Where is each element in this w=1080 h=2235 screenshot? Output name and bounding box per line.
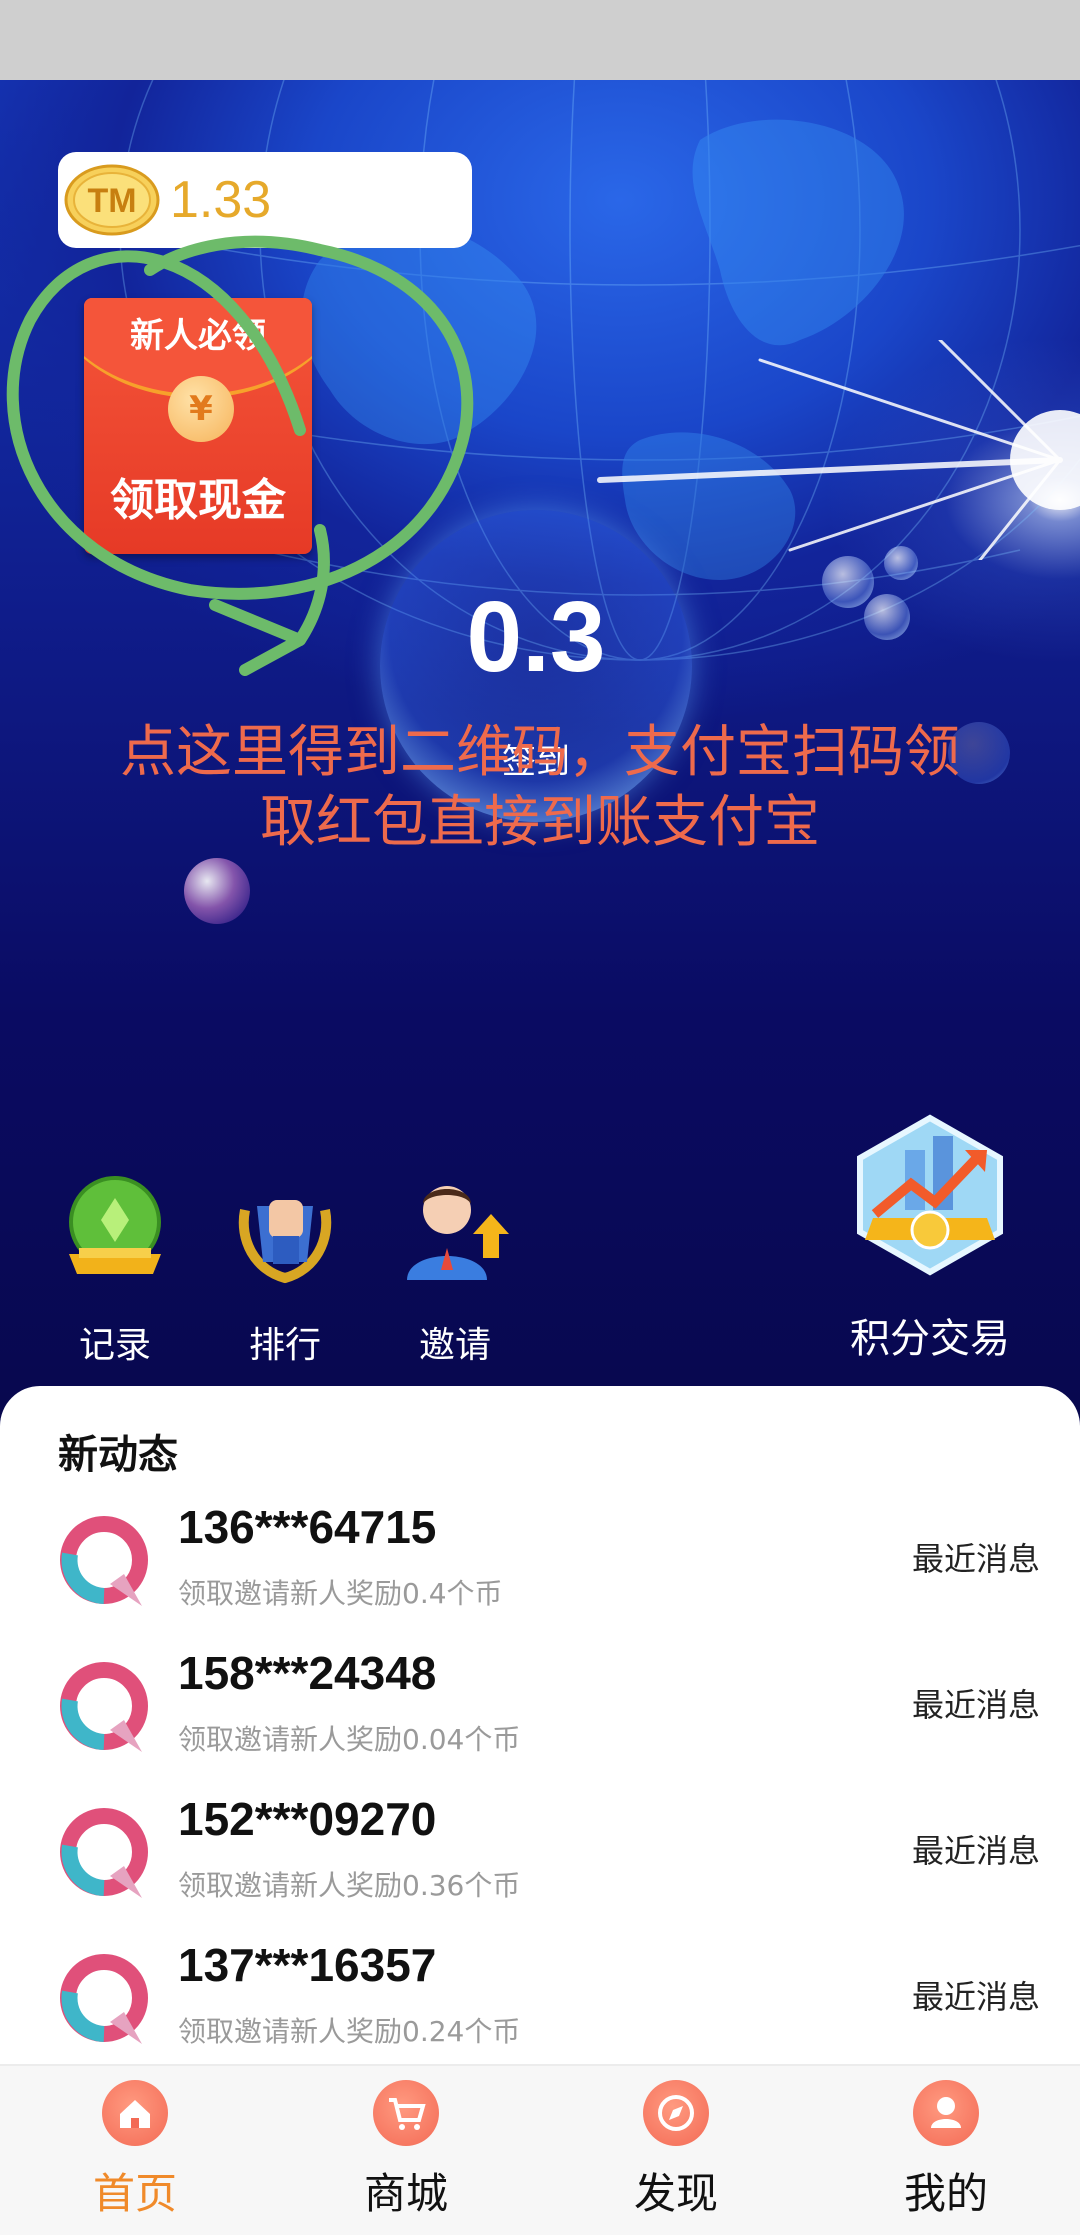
avatar-icon bbox=[60, 1662, 148, 1752]
small-bubble bbox=[822, 556, 874, 608]
trophy-icon bbox=[69, 1176, 161, 1274]
balance-value: 1.33 bbox=[170, 171, 272, 229]
balance-card[interactable]: TM 1.33 bbox=[58, 152, 472, 248]
trade-chart-icon bbox=[857, 1114, 1003, 1276]
feed-description: 领取邀请新人奖励0.04个币 bbox=[178, 1723, 521, 1756]
activity-feed: 新动态 136***64715 领取邀请新人奖励0.4个币 最近消息 158**… bbox=[0, 1386, 1080, 2066]
tab-discover-label: 发现 bbox=[633, 2169, 718, 2218]
small-bubble bbox=[864, 594, 910, 640]
action-ranking[interactable]: 排行 bbox=[210, 1170, 360, 1368]
red-packet-top-label: 新人必领 bbox=[130, 316, 266, 356]
feed-phone: 136***64715 bbox=[178, 1501, 437, 1553]
svg-text:TM: TM bbox=[87, 182, 136, 220]
feed-phone: 152***09270 bbox=[178, 1793, 437, 1845]
feed-item[interactable]: 158***24348 领取邀请新人奖励0.04个币 最近消息 bbox=[0, 1646, 1080, 1792]
annotation-line-1: 点这里得到二维码，支付宝扫码领 bbox=[120, 720, 960, 785]
feed-description: 领取邀请新人奖励0.24个币 bbox=[178, 2015, 521, 2048]
bottom-tab-bar: 首页 商城 发现 我的 bbox=[0, 2064, 1080, 2235]
avatar-icon bbox=[60, 1808, 148, 1898]
feed-phone: 158***24348 bbox=[178, 1647, 437, 1699]
red-packet-bottom-label: 领取现金 bbox=[110, 475, 286, 526]
compass-icon bbox=[643, 2080, 709, 2146]
tab-me-label: 我的 bbox=[903, 2169, 988, 2218]
invite-person-icon bbox=[407, 1186, 509, 1280]
feed-title: 新动态 bbox=[58, 1432, 178, 1478]
cart-icon bbox=[373, 2080, 439, 2146]
home-icon bbox=[102, 2080, 168, 2146]
yuan-coin-icon: ¥ bbox=[168, 376, 234, 442]
tm-coin-icon: TM bbox=[64, 164, 160, 236]
feed-description: 领取邀请新人奖励0.4个币 bbox=[178, 1577, 503, 1610]
feed-item[interactable]: 152***09270 领取邀请新人奖励0.36个币 最近消息 bbox=[0, 1792, 1080, 1938]
points-trade-button[interactable]: 积分交易 bbox=[820, 1110, 1040, 1364]
feed-tag: 最近消息 bbox=[911, 1832, 1040, 1870]
feed-tag: 最近消息 bbox=[911, 1540, 1040, 1578]
tab-mall-label: 商城 bbox=[363, 2169, 448, 2218]
annotation-line-2: 取红包直接到账支付宝 bbox=[260, 790, 820, 855]
feed-tag: 最近消息 bbox=[911, 1686, 1040, 1724]
light-flare bbox=[597, 340, 1080, 560]
feed-phone: 137***16357 bbox=[178, 1939, 437, 1991]
avatar-icon bbox=[60, 1516, 148, 1606]
action-invite[interactable]: 邀请 bbox=[380, 1170, 530, 1368]
action-records[interactable]: 记录 bbox=[40, 1170, 190, 1368]
tab-discover[interactable]: 发现 bbox=[576, 2080, 776, 2221]
feed-item[interactable]: 137***16357 领取邀请新人奖励0.24个币 最近消息 bbox=[0, 1938, 1080, 2084]
action-invite-label: 邀请 bbox=[418, 1325, 491, 1366]
tab-mall[interactable]: 商城 bbox=[306, 2080, 506, 2221]
feed-tag: 最近消息 bbox=[911, 1978, 1040, 2016]
tab-home-label: 首页 bbox=[92, 2169, 177, 2218]
feed-item[interactable]: 136***64715 领取邀请新人奖励0.4个币 最近消息 bbox=[0, 1500, 1080, 1646]
ranking-fist-icon bbox=[238, 1200, 332, 1284]
points-trade-label: 积分交易 bbox=[850, 1316, 1010, 1362]
action-ranking-label: 排行 bbox=[248, 1325, 321, 1366]
feed-description: 领取邀请新人奖励0.36个币 bbox=[178, 1869, 521, 1902]
small-bubble bbox=[884, 546, 918, 580]
tab-me[interactable]: 我的 bbox=[846, 2080, 1046, 2221]
tab-home[interactable]: 首页 bbox=[35, 2080, 235, 2221]
checkin-value: 0.3 bbox=[466, 581, 606, 693]
action-records-label: 记录 bbox=[78, 1325, 151, 1366]
annotation-text: 点这里得到二维码，支付宝扫码领 取红包直接到账支付宝 bbox=[40, 718, 1040, 858]
avatar-icon bbox=[60, 1954, 148, 2044]
status-bar bbox=[0, 0, 1080, 80]
pink-bubble bbox=[184, 858, 250, 924]
user-icon bbox=[913, 2080, 979, 2146]
new-user-red-packet[interactable]: 新人必领 ¥ 领取现金 bbox=[84, 298, 312, 554]
